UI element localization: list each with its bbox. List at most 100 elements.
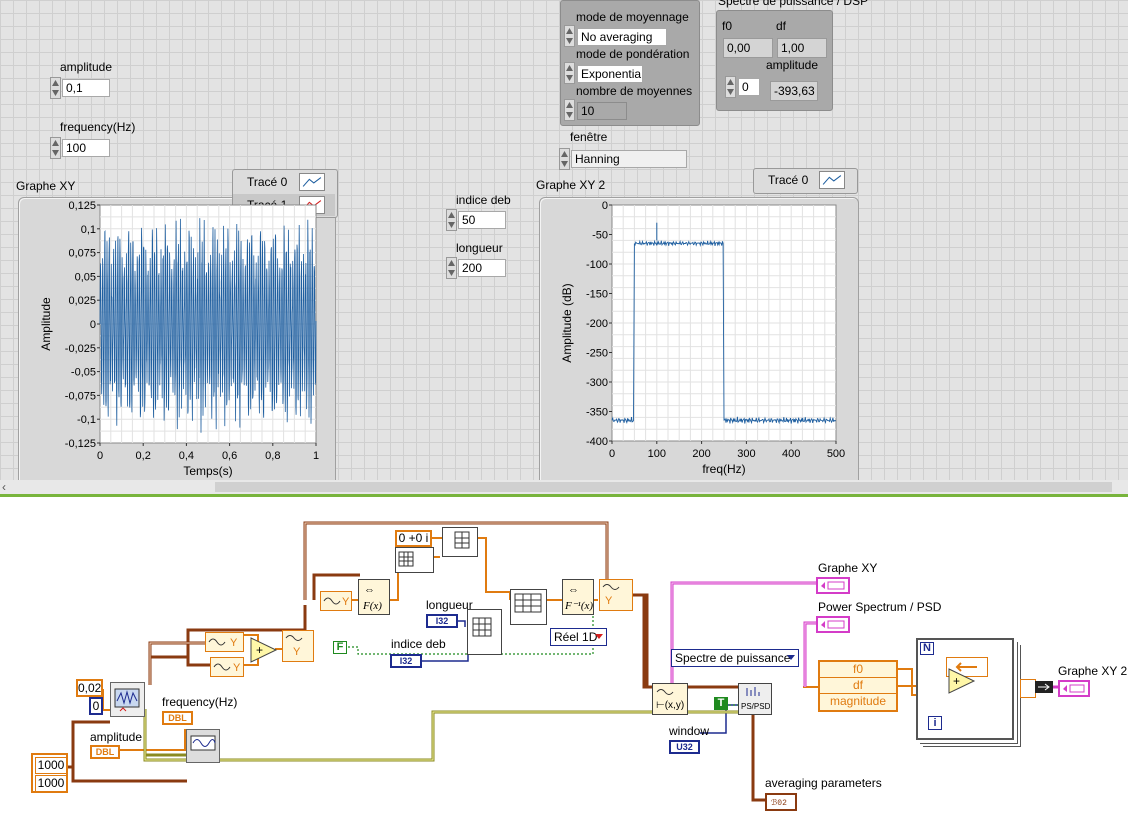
unbundle-waveform-1[interactable]: Y <box>205 632 244 652</box>
amplitude-terminal-label: amplitude <box>90 730 143 744</box>
y-tick-label: -200 <box>586 318 608 330</box>
x-tick-label: 200 <box>692 448 710 460</box>
legend-trace0-label: Tracé 0 <box>247 175 288 189</box>
loop-iteration-terminal[interactable]: i <box>928 716 942 730</box>
arrow-right-icon <box>1038 683 1050 691</box>
averaging-mode-select[interactable]: No averaging <box>577 28 667 46</box>
svg-text:Y: Y <box>233 662 241 674</box>
build-waveform-1[interactable]: Y <box>282 630 314 662</box>
y-tick-label: -150 <box>586 289 608 301</box>
amplitude-spinner[interactable] <box>50 77 61 99</box>
constant-1000-b[interactable]: 1000 <box>35 775 67 792</box>
graph2-legend[interactable]: Tracé 0 <box>753 168 858 194</box>
bundle-node[interactable] <box>1020 679 1036 698</box>
x-tick-label: 0,4 <box>179 450 194 462</box>
field-magnitude[interactable]: magnitude <box>820 694 896 709</box>
frequency-terminal[interactable]: DBL <box>162 711 193 725</box>
constant-002[interactable]: 0,02 <box>76 679 103 697</box>
build-xy-graph-vi[interactable]: ⊢(x,y) <box>652 683 688 715</box>
constant-array-1000[interactable]: 1000 1000 <box>31 753 68 793</box>
xy-graph-icon: ⊢(x,y) <box>656 689 684 711</box>
y-tick-label: 0 <box>602 200 608 212</box>
psd-vi[interactable]: PS/PSD <box>738 683 772 715</box>
graphe-xy2-terminal-label: Graphe XY 2 <box>1058 664 1128 678</box>
psd-terminal[interactable] <box>816 616 850 633</box>
array-index-input[interactable]: 0 <box>738 78 760 96</box>
y-tick-label: -0,125 <box>65 438 96 450</box>
length-spinner[interactable] <box>446 257 457 279</box>
array-subset-vi[interactable] <box>467 609 502 655</box>
horizontal-scrollbar-thumb[interactable] <box>215 482 1112 492</box>
y-tick-label: 0,125 <box>68 200 96 212</box>
window-terminal[interactable]: U32 <box>669 740 700 754</box>
waveform-icon: Y <box>323 596 350 608</box>
weighting-mode-spinner[interactable] <box>564 62 575 84</box>
field-f0[interactable]: f0 <box>820 662 896 678</box>
y-tick-label: -100 <box>586 259 608 271</box>
x-tick-label: 0 <box>609 448 615 460</box>
graphe-xy2-terminal[interactable] <box>1058 680 1090 697</box>
cluster-icon: ℬ02 <box>771 798 787 808</box>
start-index-input[interactable]: 50 <box>458 211 506 229</box>
indice-deb-terminal[interactable]: I32 <box>390 654 422 668</box>
averages-count-spinner[interactable] <box>564 99 575 121</box>
constant-1000-a[interactable]: 1000 <box>35 757 67 774</box>
real-1d-enum[interactable]: Réel 1D <box>550 628 607 646</box>
panel-splitter[interactable]: ‹ <box>0 480 1128 497</box>
y-tick-label: -0,1 <box>77 414 96 426</box>
constant-0[interactable]: 0 <box>89 697 103 715</box>
array-insert-vi[interactable] <box>510 589 547 625</box>
longueur-terminal[interactable]: I32 <box>426 614 458 628</box>
graph2-plot[interactable]: 0-50-100-150-200-250-300-350-4000 100 200 3… <box>539 197 857 480</box>
add-function-icon[interactable]: + <box>948 668 976 694</box>
build-array-node[interactable] <box>1035 681 1053 693</box>
amplitude-terminal[interactable]: DBL <box>90 745 120 759</box>
constant-complex[interactable]: 0 +0 i <box>395 530 432 547</box>
build-waveform-2[interactable]: Y <box>599 579 633 611</box>
x-tick-label: 500 <box>827 448 845 460</box>
add-function-icon[interactable]: + <box>250 637 278 663</box>
unbundle-waveform-3[interactable]: Y <box>320 591 352 611</box>
initialize-array-vi[interactable] <box>395 547 434 573</box>
averages-count-input[interactable]: 10 <box>577 102 627 120</box>
length-input[interactable]: 200 <box>458 259 506 277</box>
window-spinner[interactable] <box>559 148 570 170</box>
inverse-fft-vi[interactable]: ⇔ F⁻¹(x) <box>562 579 594 615</box>
constant-false[interactable]: F <box>333 641 347 654</box>
waveform-generator-vi[interactable] <box>110 682 145 717</box>
constant-true[interactable]: T <box>714 697 728 710</box>
weighting-mode-select[interactable]: Exponentia <box>577 65 643 83</box>
fft-vi[interactable]: ⇔ F(x) <box>358 579 390 615</box>
spectrum-type-enum[interactable]: Spectre de puissance <box>671 649 799 667</box>
psd-terminal-label: Power Spectrum / PSD <box>818 600 942 614</box>
frequency-spinner[interactable] <box>50 137 61 159</box>
y-tick-label: 0,05 <box>75 271 96 283</box>
x-tick-label: 0 <box>97 450 103 462</box>
array-index-spinner[interactable] <box>725 76 736 98</box>
sine-waveform-vi[interactable] <box>186 729 220 763</box>
svg-text:⇔: ⇔ <box>568 584 579 596</box>
averaging-mode-spinner[interactable] <box>564 25 575 47</box>
frequency-input[interactable]: 100 <box>62 139 110 157</box>
replace-subset-vi[interactable] <box>442 527 478 557</box>
loop-count-terminal[interactable]: N <box>920 642 934 655</box>
y-tick-label: -0,075 <box>65 390 96 402</box>
graphe-xy-terminal[interactable] <box>816 577 850 594</box>
amplitude-input[interactable]: 0,1 <box>62 79 110 97</box>
field-df[interactable]: df <box>820 678 896 694</box>
start-index-spinner[interactable] <box>446 209 457 231</box>
svg-text:Y: Y <box>230 637 238 649</box>
x-tick-label: 0,8 <box>265 450 280 462</box>
y-tick-label: 0 <box>90 319 96 331</box>
x-axis-label: freq(Hz) <box>702 462 745 476</box>
scroll-left-arrow-icon[interactable]: ‹ <box>2 480 6 494</box>
unbundle-waveform-2[interactable]: Y <box>210 657 244 677</box>
x-tick-label: 400 <box>782 448 800 460</box>
for-loop[interactable]: N i + <box>916 638 1014 740</box>
averaging-terminal[interactable]: ℬ02 <box>765 793 797 811</box>
unbundle-by-name[interactable]: f0 df magnitude <box>818 660 898 712</box>
window-select[interactable]: Hanning <box>571 150 687 168</box>
y-tick-label: 0,1 <box>81 224 96 236</box>
graph1-plot[interactable]: 0,125 0,1 0,075 0,05 0,025 0 -0,025 -0,05 -0,075… <box>18 197 336 480</box>
weighting-mode-label: mode de pondération <box>576 47 690 61</box>
